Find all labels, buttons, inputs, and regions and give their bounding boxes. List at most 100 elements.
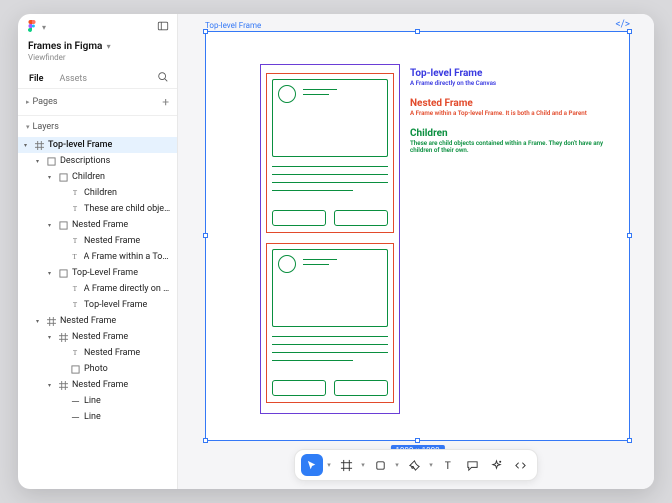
child-button[interactable]	[334, 210, 388, 226]
layer-node[interactable]: TNested Frame	[18, 233, 177, 249]
child-line[interactable]	[272, 336, 388, 337]
child-line[interactable]	[272, 352, 388, 353]
desc-title: Children	[410, 128, 617, 139]
resize-handle[interactable]	[627, 233, 632, 238]
disclosure-icon: ▾	[48, 174, 54, 181]
child-avatar[interactable]	[278, 255, 296, 273]
child-line[interactable]	[303, 264, 329, 265]
layer-node[interactable]: TA Frame directly on t…	[18, 281, 177, 297]
chevron-down-icon: ▾	[26, 123, 30, 131]
layer-node[interactable]: Line	[18, 409, 177, 425]
frame-icon	[46, 156, 56, 166]
child-line[interactable]	[303, 94, 329, 95]
resize-handle[interactable]	[203, 438, 208, 443]
disclosure-icon: ▾	[48, 222, 54, 229]
child-line[interactable]	[272, 344, 388, 345]
desc-subtitle: A Frame directly on the Canvas	[410, 80, 617, 88]
resize-handle[interactable]	[203, 29, 208, 34]
nested-frame-container[interactable]	[260, 64, 400, 414]
layer-node[interactable]: ▾Descriptions	[18, 153, 177, 169]
frame-icon	[58, 172, 68, 182]
figma-menu[interactable]: ▾	[26, 20, 46, 35]
layer-node[interactable]: Photo	[18, 361, 177, 377]
frame-label[interactable]: Top-level Frame	[205, 21, 261, 30]
layer-node[interactable]: Line	[18, 393, 177, 409]
child-button[interactable]	[334, 380, 388, 396]
tab-assets[interactable]: Assets	[56, 72, 90, 86]
pages-section[interactable]: ▸Pages +	[18, 89, 177, 116]
layer-node[interactable]: ▾Children	[18, 169, 177, 185]
frame-icon	[58, 220, 68, 230]
chevron-down-icon: ▾	[42, 23, 46, 32]
actions-tool[interactable]	[485, 454, 507, 476]
resize-handle[interactable]	[415, 29, 420, 34]
layer-label: Top-Level Frame	[72, 268, 138, 278]
nested-frame-card[interactable]	[266, 243, 394, 403]
line-icon	[70, 396, 80, 406]
child-line[interactable]	[272, 190, 353, 191]
pen-tool[interactable]	[403, 454, 425, 476]
panel-toggle-icon[interactable]	[157, 20, 169, 35]
move-tool[interactable]	[301, 454, 323, 476]
disclosure-icon: ▾	[24, 142, 30, 149]
resize-handle[interactable]	[627, 29, 632, 34]
text-icon: T	[70, 188, 80, 198]
layer-node[interactable]: ▾Top-Level Frame	[18, 265, 177, 281]
top-level-frame[interactable]: Top-level FrameA Frame directly on the C…	[206, 32, 629, 440]
resize-handle[interactable]	[415, 438, 420, 443]
child-avatar[interactable]	[278, 85, 296, 103]
child-line[interactable]	[303, 89, 337, 90]
layer-node[interactable]: ▾Top-level Frame	[18, 137, 177, 153]
frame-icon	[58, 268, 68, 278]
resize-handle[interactable]	[627, 438, 632, 443]
chevron-right-icon: ▸	[26, 98, 30, 106]
chevron-down-icon[interactable]: ▾	[107, 42, 111, 51]
layer-label: A Frame within a Top…	[84, 252, 171, 262]
text-tool[interactable]: T	[437, 454, 459, 476]
canvas[interactable]: Top-level Frame </>	[178, 14, 654, 489]
layers-section[interactable]: ▾Layers	[18, 116, 177, 135]
child-line[interactable]	[272, 166, 388, 167]
shape-tool[interactable]	[369, 454, 391, 476]
selection-box[interactable]: Top-level FrameA Frame directly on the C…	[205, 31, 630, 441]
hash-icon	[58, 332, 68, 342]
child-media[interactable]	[272, 249, 388, 327]
child-line[interactable]	[272, 182, 388, 183]
layer-node[interactable]: ▾Nested Frame	[18, 217, 177, 233]
figma-logo-icon	[26, 20, 38, 35]
child-line[interactable]	[272, 360, 353, 361]
child-line[interactable]	[303, 259, 337, 260]
layers-tree: ▾Top-level Frame▾Descriptions▾ChildrenTC…	[18, 135, 177, 489]
layer-node[interactable]: ▾Nested Frame	[18, 377, 177, 393]
tab-file[interactable]: File	[26, 72, 46, 86]
layer-node[interactable]: TA Frame within a Top…	[18, 249, 177, 265]
chevron-down-icon[interactable]: ▾	[325, 461, 333, 469]
document-name[interactable]: Frames in Figma	[28, 41, 102, 52]
layer-node[interactable]: ▾Nested Frame	[18, 313, 177, 329]
add-page-icon[interactable]: +	[162, 95, 169, 109]
layer-label: These are child obje…	[84, 204, 170, 214]
resize-handle[interactable]	[203, 233, 208, 238]
layer-label: Nested Frame	[84, 348, 140, 358]
layer-node[interactable]: ▾Nested Frame	[18, 329, 177, 345]
layer-node[interactable]: TThese are child obje…	[18, 201, 177, 217]
comment-tool[interactable]	[461, 454, 483, 476]
dev-mode-tool[interactable]	[509, 454, 531, 476]
child-button[interactable]	[272, 380, 326, 396]
search-icon[interactable]	[157, 71, 169, 86]
child-line[interactable]	[272, 174, 388, 175]
child-media[interactable]	[272, 79, 388, 157]
layer-label: Nested Frame	[84, 236, 140, 246]
layer-label: Descriptions	[60, 156, 110, 166]
chevron-down-icon[interactable]: ▾	[359, 461, 367, 469]
description-block: Top-level FrameA Frame directly on the C…	[410, 68, 617, 165]
layer-node[interactable]: TNested Frame	[18, 345, 177, 361]
nested-frame-card[interactable]	[266, 73, 394, 233]
chevron-down-icon[interactable]: ▾	[393, 461, 401, 469]
frame-tool[interactable]	[335, 454, 357, 476]
disclosure-icon: ▾	[36, 318, 42, 325]
chevron-down-icon[interactable]: ▾	[427, 461, 435, 469]
child-button[interactable]	[272, 210, 326, 226]
layer-node[interactable]: TTop-level Frame	[18, 297, 177, 313]
layer-node[interactable]: TChildren	[18, 185, 177, 201]
